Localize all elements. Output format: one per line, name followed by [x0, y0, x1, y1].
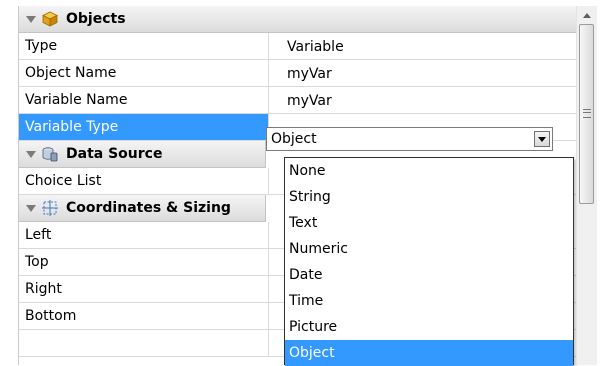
collapse-triangle-icon[interactable]: [26, 204, 36, 212]
scrollbar-thumb[interactable]: [579, 24, 594, 204]
dropdown-option-numeric[interactable]: Numeric: [285, 236, 573, 262]
grip-icon: [583, 109, 591, 118]
property-name: Object Name: [19, 60, 269, 86]
property-name: Choice List: [19, 168, 269, 194]
property-name: [19, 330, 269, 356]
property-value[interactable]: myVar: [287, 87, 567, 113]
database-icon: [42, 147, 58, 162]
dropdown-option-none[interactable]: None: [285, 158, 573, 184]
property-name: Right: [19, 276, 269, 302]
property-name: Bottom: [19, 303, 269, 329]
property-name: Variable Name: [19, 87, 269, 113]
dropdown-option-picture[interactable]: Picture: [285, 314, 573, 340]
variable-type-select[interactable]: Object: [266, 127, 553, 151]
property-row-type[interactable]: Type Variable: [19, 33, 577, 60]
property-name: Left: [19, 222, 269, 248]
group-title-coordinates: Coordinates & Sizing: [66, 200, 231, 216]
coordinates-grid-icon: [42, 200, 58, 216]
dropdown-option-string[interactable]: String: [285, 184, 573, 210]
dropdown-arrow-icon[interactable]: [534, 131, 550, 147]
dropdown-option-time[interactable]: Time: [285, 288, 573, 314]
collapse-triangle-icon[interactable]: [26, 15, 36, 23]
property-value[interactable]: myVar: [287, 60, 567, 86]
property-inspector: Objects Type Variable Object Name myVar …: [0, 0, 610, 366]
group-header-coordinates[interactable]: Coordinates & Sizing: [19, 195, 266, 222]
dropdown-option-object[interactable]: Object: [285, 340, 573, 366]
property-value[interactable]: Variable: [287, 33, 567, 59]
group-title-objects: Objects: [66, 11, 126, 27]
scroll-up-arrow-icon[interactable]: [577, 6, 597, 24]
property-name: Variable Type: [19, 114, 269, 140]
property-row-object-name[interactable]: Object Name myVar: [19, 60, 577, 87]
property-row-variable-name[interactable]: Variable Name myVar: [19, 87, 577, 114]
group-title-data-source: Data Source: [66, 146, 163, 162]
vertical-scrollbar[interactable]: [576, 6, 597, 365]
property-name: Type: [19, 33, 269, 59]
variable-type-dropdown-list[interactable]: None String Text Numeric Date Time Picture Obje…: [284, 157, 574, 366]
collapse-triangle-icon[interactable]: [26, 150, 36, 158]
property-name: Top: [19, 249, 269, 275]
select-value: Object: [271, 131, 317, 147]
cube-icon: [42, 11, 58, 27]
group-header-data-source[interactable]: Data Source: [19, 141, 266, 168]
dropdown-option-text[interactable]: Text: [285, 210, 573, 236]
dropdown-option-date[interactable]: Date: [285, 262, 573, 288]
group-header-objects[interactable]: Objects: [19, 6, 577, 33]
